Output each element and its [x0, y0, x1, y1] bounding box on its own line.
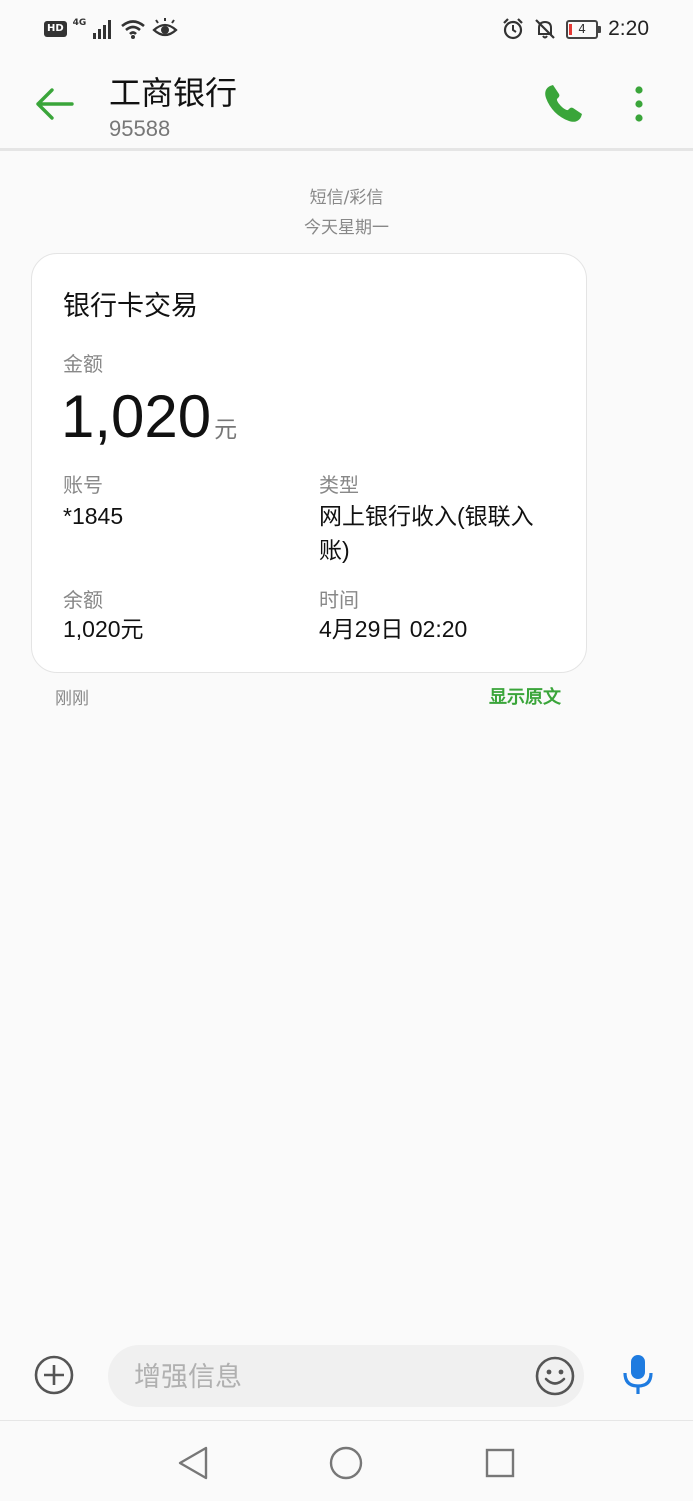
contact-name: 工商银行	[109, 74, 238, 112]
type-label: 类型	[319, 473, 359, 497]
status-left: HD 4G	[44, 16, 178, 42]
battery-icon: 4	[566, 19, 602, 39]
status-right: 4 2:20	[502, 14, 649, 44]
emoji-icon[interactable]	[534, 1355, 576, 1397]
alarm-icon	[503, 18, 523, 40]
message-input-box[interactable]	[108, 1345, 584, 1409]
status-bar: HD 4G 4 2:20	[0, 0, 693, 58]
account-label: 账号	[63, 473, 103, 497]
contact-number: 95588	[109, 116, 171, 141]
nav-home-icon[interactable]	[328, 1445, 364, 1481]
date-label: 今天星期一	[304, 218, 389, 238]
network-type: 4G	[72, 18, 87, 28]
show-original-link[interactable]: 显示原文	[489, 683, 561, 709]
message-type-label: 短信/彩信	[309, 188, 384, 208]
nav-recents-icon[interactable]	[484, 1447, 516, 1479]
time-label: 时间	[319, 588, 359, 612]
sent-time: 刚刚	[55, 689, 89, 709]
account-value: *1845	[63, 503, 124, 529]
nav-back-icon[interactable]	[176, 1445, 210, 1481]
balance-label: 余额	[63, 588, 103, 612]
microphone-icon[interactable]	[620, 1353, 656, 1397]
type-value: 网上银行收入(银联入账)	[319, 503, 534, 563]
amount: 1,020 元	[61, 382, 237, 452]
back-arrow-icon[interactable]	[32, 82, 76, 126]
message-input[interactable]	[132, 1345, 526, 1409]
time-value: 4月29日 02:20	[319, 616, 468, 642]
hd-badge: HD	[44, 21, 67, 37]
phone-icon[interactable]	[541, 82, 585, 126]
amount-unit: 元	[214, 417, 238, 443]
signal-icon	[93, 20, 112, 39]
amount-value: 1,020	[61, 383, 212, 450]
conversation-header: 工商银行 95588	[0, 58, 693, 151]
wifi-icon	[121, 20, 146, 39]
balance-value: 1,020元	[63, 616, 144, 642]
transaction-card[interactable]: 银行卡交易 金额 1,020 元 账号 *1845 类型 网上银行收入(银联入账…	[31, 253, 587, 673]
mute-icon	[535, 19, 555, 39]
add-circle-icon[interactable]	[33, 1354, 75, 1396]
more-vert-icon[interactable]	[626, 82, 652, 126]
system-nav-bar	[0, 1420, 693, 1501]
eye-comfort-icon	[152, 18, 178, 37]
card-title: 银行卡交易	[63, 291, 198, 322]
amount-label: 金额	[63, 352, 103, 376]
status-time: 2:20	[608, 17, 649, 40]
